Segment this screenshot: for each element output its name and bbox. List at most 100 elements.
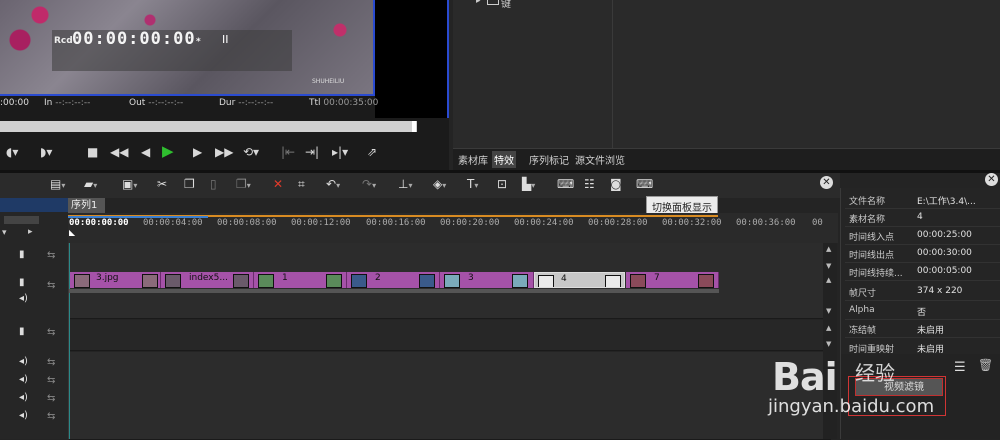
insert-icon[interactable]: ▸|▾ [332, 145, 348, 159]
mark-in-icon[interactable]: ◖▾ [6, 145, 18, 159]
close-icon[interactable]: ✕ [820, 176, 833, 189]
audio-track-icon[interactable]: ◂) [19, 356, 28, 367]
scroll-down-icon[interactable]: ▼ [826, 262, 831, 270]
video-track-icon[interactable]: ▮ [19, 326, 25, 337]
audio-track-icon[interactable]: ◂) [19, 392, 28, 403]
tab-sequence[interactable]: 序列1 [68, 198, 105, 213]
mixer-icon[interactable]: ☷ [584, 177, 595, 191]
delete-icon[interactable]: ✕ [273, 177, 283, 191]
playhead-marker[interactable]: ◣ [69, 228, 75, 237]
track-arrow-icon[interactable]: ▸ [28, 227, 33, 237]
video-track-icon[interactable]: ▮ [19, 249, 25, 260]
clip-thumbnail [74, 274, 90, 288]
settings-icon[interactable]: ▤▾ [50, 177, 65, 191]
keyboard-icon[interactable]: ⌨ [557, 177, 574, 191]
trim-icon[interactable]: ⊥▾ [398, 177, 412, 191]
export-icon[interactable]: ⇗ [367, 145, 377, 159]
video-track-lane[interactable] [69, 320, 831, 351]
sync-icon[interactable]: ⇆ [47, 327, 55, 338]
tree-expand-icon[interactable]: ▸ [476, 0, 481, 6]
clip-thumbnail [233, 274, 249, 288]
preview-watermark: SHUHEILIU [312, 78, 345, 85]
tab-sequence-markers[interactable]: 序列标记 [527, 151, 571, 168]
property-row: 素材名称 4 [845, 209, 1000, 227]
open-folder-icon[interactable]: ▰▾ [84, 177, 97, 191]
tree-item-label[interactable]: 键 [501, 0, 511, 10]
duration: Dur --:--:--:-- [219, 98, 274, 108]
list-view-icon[interactable]: ☰ [954, 360, 966, 375]
ruler-tick-label: 00:00:24:00 [514, 218, 574, 228]
cut-icon[interactable]: ✂ [157, 177, 167, 191]
sync-icon[interactable]: ⇆ [47, 375, 55, 386]
sync-icon[interactable]: ⇆ [47, 393, 55, 404]
copy-icon[interactable]: ❐ [184, 177, 195, 191]
timeline-clip[interactable]: index5... [161, 272, 254, 288]
mark-out-icon[interactable]: ◗▾ [40, 145, 52, 159]
video-track-lane[interactable] [69, 243, 831, 271]
scroll-up-icon[interactable]: ▲ [826, 276, 831, 284]
next-edit-icon[interactable]: ⇥| [305, 145, 319, 159]
track-dropdown-icon[interactable]: ▾ [2, 228, 7, 238]
scroll-down-icon[interactable]: ▼ [826, 307, 831, 315]
out-point: Out --:--:--:-- [129, 98, 184, 108]
scroll-up-icon[interactable]: ▲ [826, 324, 831, 332]
close-properties-icon[interactable]: ✕ [985, 173, 998, 186]
timeline-clip[interactable]: 2 [347, 272, 440, 288]
sync-icon[interactable]: ⇆ [47, 280, 55, 291]
tab-effects[interactable]: 特效 [492, 151, 516, 168]
trash-icon[interactable]: 🗑 [978, 358, 993, 372]
play-icon[interactable]: ▶ [162, 142, 174, 160]
audio-record-icon[interactable]: ⊡ [497, 177, 507, 191]
audio-track-icon[interactable]: ◂) [19, 410, 28, 421]
capture-icon[interactable]: ◙ [610, 177, 622, 191]
property-value: E:\工作\3.4\... [917, 197, 976, 207]
save-icon[interactable]: ▣▾ [122, 177, 137, 191]
preview-scrubber[interactable] [0, 121, 417, 132]
timeline-clip[interactable]: 3.jpg [70, 272, 161, 288]
sync-icon[interactable]: ⇆ [47, 250, 55, 261]
ripple-delete-icon[interactable]: ⌗ [298, 177, 305, 192]
paste-icon[interactable]: ▯ [210, 177, 217, 191]
property-row: 时间线持续... 00:00:05:00 [845, 263, 1000, 281]
scroll-up-icon[interactable]: ▲ [826, 245, 831, 253]
audio-track-icon[interactable]: ◂) [19, 293, 28, 304]
scrubber-handle[interactable] [412, 121, 416, 132]
effect-icon[interactable]: ◈▾ [433, 177, 446, 191]
tab-material-library[interactable]: 素材库 [456, 151, 490, 168]
redo-icon[interactable]: ↷▾ [362, 177, 376, 191]
marker-icon[interactable]: ▙▾ [522, 177, 535, 191]
track-zoom[interactable] [4, 216, 39, 224]
pause-icon[interactable]: II [222, 33, 229, 46]
ruler-tick-label: 00:00:28:00 [588, 218, 648, 228]
undo-icon[interactable]: ↶▾ [326, 177, 340, 191]
timeline-clip-selected[interactable]: 4 [534, 272, 625, 288]
title-icon[interactable]: T▾ [467, 177, 478, 191]
stop-icon[interactable]: ■ [87, 145, 98, 159]
tab-source-browser[interactable]: 源文件浏览 [573, 151, 627, 168]
total-time: Ttl 00:00:35:00 [309, 98, 379, 108]
scroll-down-icon[interactable]: ▼ [826, 340, 831, 348]
fast-forward-icon[interactable]: ▶▶ [215, 145, 233, 159]
audio-track-lane[interactable] [69, 406, 831, 425]
audio-track-icon[interactable]: ◂) [19, 374, 28, 385]
audio-track-lane[interactable] [69, 388, 831, 407]
timeline-clip[interactable]: 3 [440, 272, 534, 288]
sync-icon[interactable]: ⇆ [47, 411, 55, 422]
ruler-tick-label: 00 [812, 218, 823, 228]
audio-track-lane[interactable] [69, 424, 831, 440]
timeline-clip[interactable]: 1 [254, 272, 347, 288]
paste-special-icon[interactable]: ❐▾ [236, 177, 251, 191]
prev-edit-icon[interactable]: |⇤ [281, 145, 295, 159]
loop-icon[interactable]: ⟲▾ [243, 145, 259, 159]
toggle-panel-icon[interactable]: ⌨ [636, 177, 653, 191]
step-forward-icon[interactable]: ▶ [193, 145, 202, 159]
property-row: 帧尺寸 374 x 220 [845, 283, 1000, 301]
video-track-icon[interactable]: ▮ [19, 277, 25, 288]
step-back-icon[interactable]: ◀ [141, 145, 150, 159]
timeline-clip[interactable]: 7 [626, 272, 719, 288]
audio-track-lane[interactable] [69, 370, 831, 389]
audio-track-lane[interactable] [69, 352, 831, 371]
clip-thumbnail [630, 274, 646, 288]
rewind-icon[interactable]: ◀◀ [110, 145, 128, 159]
sync-icon[interactable]: ⇆ [47, 357, 55, 368]
